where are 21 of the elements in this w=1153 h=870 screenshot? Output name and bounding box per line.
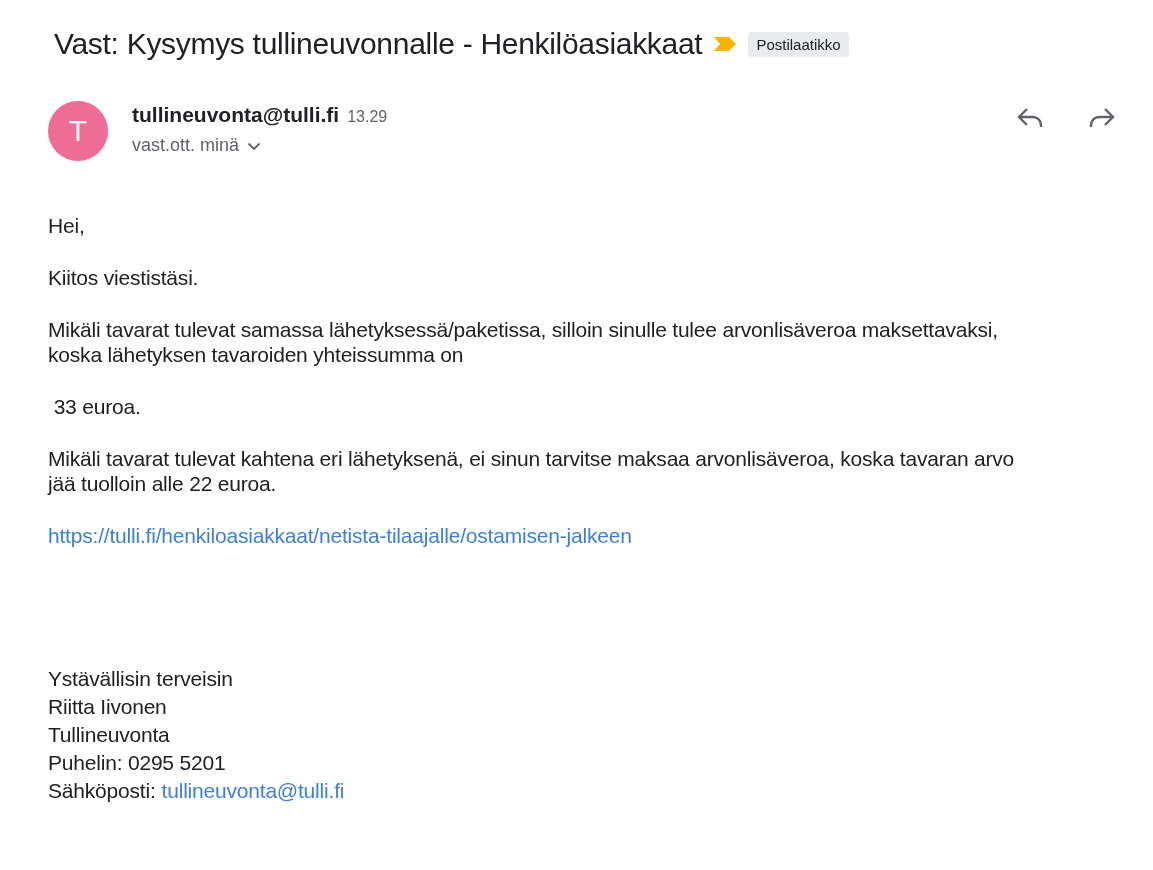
message-text: Mikäli tavarat tulevat kahtena eri lähetyksenä, ei sinun tarvitse maksaa arvonlisäveroa, koska tavaran arvo: [48, 446, 1016, 471]
message-link[interactable]: https://tulli.fi/henkiloasiakkaat/netista-tilaajalle/ostamisen-jalkeen: [48, 523, 1153, 548]
sender-avatar: T: [48, 101, 108, 161]
message-time: 13.29: [347, 108, 388, 126]
message-text: 33 euroa.: [52, 394, 142, 419]
email-link[interactable]: tullineuvonta@tulli.fi: [161, 777, 345, 805]
message-text: Kiitos viestistäsi.: [48, 265, 200, 290]
signature-text: Ystävällisin terveisin: [48, 666, 233, 692]
message-text: Mikäli tavarat tulevat samassa lähetyksessä/paketissa, silloin sinulle tulee arvonlisäveroa maksettavaksi,: [48, 317, 999, 342]
message-text: Hei,: [48, 213, 86, 238]
label-chip[interactable]: Postilaatikko: [748, 31, 849, 57]
email-subject: Vast: Kysymys tullineuvonnalle - Henkilöasiakkaat: [54, 27, 703, 61]
signature-text: Puhelin: 0295 5201: [48, 750, 226, 776]
sender-address: tullineuvonta@tulli.fi: [132, 103, 340, 127]
signature-text: Riitta Iivonen: [48, 694, 167, 720]
signature-text: Sähköposti:: [48, 778, 156, 804]
recipients-text: vast.ott. minä: [132, 135, 240, 156]
message-text: jää tuolloin alle 22 euroa.: [48, 471, 278, 496]
message-text: koska lähetyksen tavaroiden yhteissumma on: [48, 342, 465, 367]
signature-text: Tullineuvonta: [48, 722, 170, 748]
chevron-down-icon[interactable]: [247, 142, 262, 151]
